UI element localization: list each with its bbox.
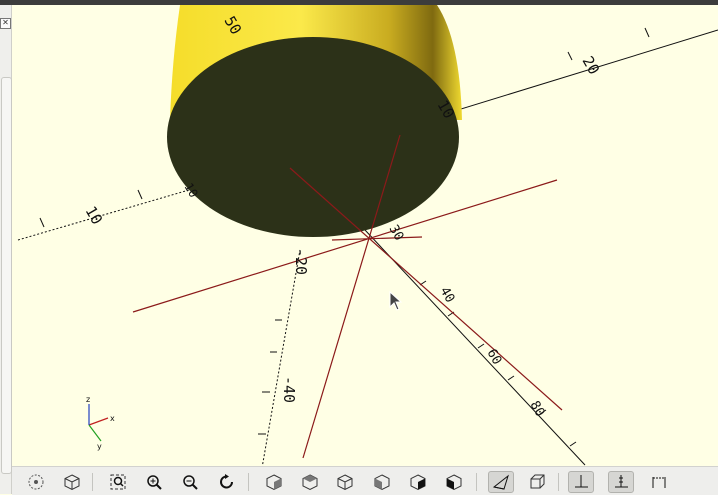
tick-label-mid-neg20: -20	[292, 248, 310, 275]
close-icon[interactable]: ✕	[0, 18, 11, 29]
view-back-icon[interactable]	[441, 471, 467, 493]
viewport-toolbar	[12, 466, 718, 495]
zoom-in-icon[interactable]	[141, 471, 167, 493]
neg-z-axis	[261, 249, 301, 469]
editor-scrollbar[interactable]	[1, 77, 12, 474]
view-top-icon[interactable]	[297, 471, 323, 493]
cylinder-object[interactable]	[167, 5, 462, 237]
indicator-y-label: y	[97, 442, 102, 451]
show-axes-icon[interactable]	[568, 471, 594, 493]
show-scale-icon[interactable]	[608, 471, 634, 493]
reset-view-icon[interactable]	[214, 471, 240, 493]
tick-label-bottom-right-60: 60	[484, 347, 505, 368]
y-axis	[364, 229, 586, 466]
tick-label-lower-neg40: -40	[280, 376, 298, 403]
show-edges-icon[interactable]	[646, 471, 672, 493]
red-cross-line	[331, 236, 423, 241]
zoom-all-icon[interactable]	[105, 471, 131, 493]
view-left-icon[interactable]	[369, 471, 395, 493]
left-dock-strip: ✕	[0, 5, 12, 494]
viewport-canvas[interactable]: 50 10 10 10 30 -20 -40 20 40 60 80 x y z	[12, 5, 718, 469]
cylinder-cap	[167, 37, 459, 237]
tick-label-bottom-right-80: 80	[527, 399, 548, 420]
tick-label-center-30: 30	[386, 223, 407, 244]
tick-label-lower-right-40: 40	[437, 285, 458, 306]
zoom-out-icon[interactable]	[177, 471, 203, 493]
indicator-x-label: x	[110, 414, 115, 423]
view-bottom-icon[interactable]	[332, 471, 358, 493]
3d-viewport[interactable]: 50 10 10 10 30 -20 -40 20 40 60 80 x y z	[12, 5, 718, 469]
red-y-line	[289, 167, 563, 411]
cube-icon[interactable]	[59, 471, 85, 493]
indicator-z-label: z	[86, 395, 90, 404]
view-right-icon[interactable]	[261, 471, 287, 493]
tick-label-right-20: 20	[579, 53, 604, 78]
axis-orientation-indicator: x y z	[86, 395, 115, 451]
orthogonal-icon[interactable]	[524, 471, 550, 493]
tick-label-left-10: 10	[82, 203, 107, 228]
view-front-icon[interactable]	[405, 471, 431, 493]
perspective-sphere-icon[interactable]	[23, 471, 49, 493]
perspective-icon[interactable]	[488, 471, 514, 493]
mouse-cursor-icon	[389, 290, 403, 315]
